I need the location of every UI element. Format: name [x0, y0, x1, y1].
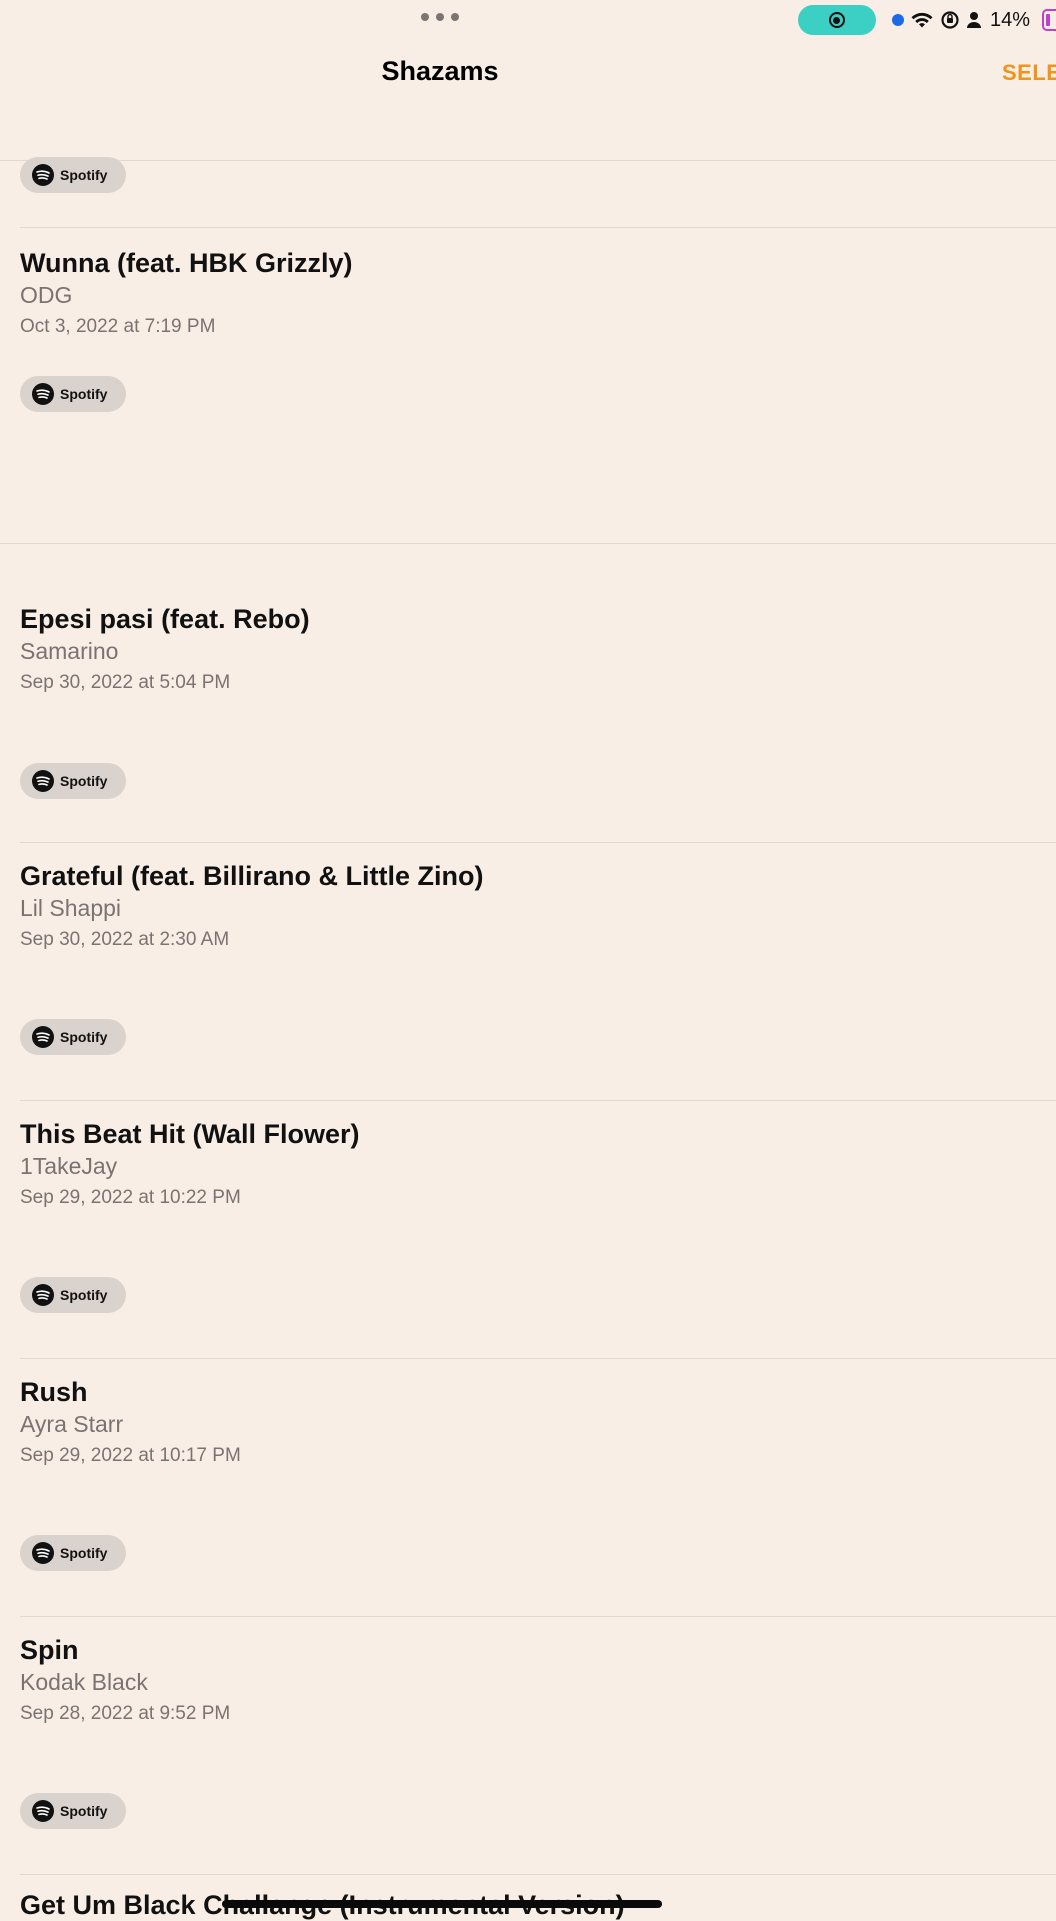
page-title: Shazams: [381, 56, 499, 86]
person-icon: [966, 11, 982, 29]
song-title: Wunna (feat. HBK Grizzly): [20, 248, 353, 278]
spotify-button[interactable]: Spotify: [20, 376, 126, 412]
screen-recording-indicator[interactable]: [797, 5, 876, 35]
status-icons: 14%: [797, 4, 1056, 36]
artist-name: Ayra Starr: [20, 1411, 124, 1437]
shazam-date: Sep 30, 2022 at 5:04 PM: [20, 672, 231, 693]
artist-name: 1TakeJay: [20, 1153, 118, 1179]
wifi-icon: [910, 10, 934, 30]
song-title: Epesi pasi (feat. Rebo): [20, 604, 310, 634]
artist-name: Lil Shappi: [20, 895, 122, 921]
spotify-label: Spotify: [60, 167, 108, 183]
list-item[interactable]: Epesi pasi (feat. Rebo) Samarino Sep 30,…: [20, 544, 1056, 843]
spotify-icon: [32, 1542, 54, 1564]
shazam-date: Sep 29, 2022 at 10:17 PM: [20, 1445, 241, 1466]
shazam-date: Sep 30, 2022 at 2:30 AM: [20, 929, 230, 950]
spotify-icon: [32, 770, 54, 792]
artist-name: Kodak Black: [20, 1669, 148, 1695]
song-title: Rush: [20, 1377, 88, 1407]
spotify-button[interactable]: Spotify: [20, 1277, 126, 1313]
spotify-button[interactable]: Spotify: [20, 157, 126, 193]
spotify-label: Spotify: [60, 1803, 108, 1819]
list-item[interactable]: Spin Kodak Black Sep 28, 2022 at 9:52 PM…: [20, 1617, 1056, 1875]
battery-icon: [1042, 9, 1056, 31]
artist-name: ODG: [20, 282, 73, 308]
list-item[interactable]: Rush Ayra Starr Sep 29, 2022 at 10:17 PM…: [20, 1359, 1056, 1617]
multitasking-dots-icon[interactable]: [421, 13, 459, 21]
navigation-bar: Shazams SELECT: [0, 40, 1056, 161]
home-indicator[interactable]: [222, 1900, 662, 1908]
shazam-date: Sep 28, 2022 at 9:52 PM: [20, 1703, 231, 1724]
list-item[interactable]: Spotify: [20, 157, 1056, 228]
spotify-button[interactable]: Spotify: [20, 1019, 126, 1055]
spotify-label: Spotify: [60, 773, 108, 789]
shazam-date: Oct 3, 2022 at 7:19 PM: [20, 316, 216, 337]
status-bar: 14%: [0, 0, 1056, 40]
artist-name: Samarino: [20, 638, 119, 664]
spotify-button[interactable]: Spotify: [20, 763, 126, 799]
shazam-date: Sep 29, 2022 at 10:22 PM: [20, 1187, 241, 1208]
spotify-icon: [32, 383, 54, 405]
rotation-lock-icon: [940, 10, 960, 30]
spotify-label: Spotify: [60, 1545, 108, 1561]
spotify-icon: [32, 1284, 54, 1306]
spotify-button[interactable]: Spotify: [20, 1793, 126, 1829]
song-title: Spin: [20, 1635, 79, 1665]
song-title: This Beat Hit (Wall Flower): [20, 1119, 360, 1149]
spotify-icon: [32, 1800, 54, 1822]
spotify-icon: [32, 1026, 54, 1048]
select-button[interactable]: SELECT: [1002, 60, 1056, 86]
record-icon: [828, 12, 845, 28]
battery-percentage: 14%: [989, 8, 1030, 31]
song-title: Grateful (feat. Billirano & Little Zino): [20, 861, 484, 891]
spotify-label: Spotify: [60, 1029, 108, 1045]
spotify-button[interactable]: Spotify: [20, 1535, 126, 1571]
spotify-icon: [32, 164, 54, 186]
shazam-list: Spotify Wunna (feat. HBK Grizzly) ODG Oc…: [0, 157, 1056, 1875]
spotify-label: Spotify: [60, 386, 108, 402]
list-item[interactable]: This Beat Hit (Wall Flower) 1TakeJay Sep…: [20, 1101, 1056, 1359]
spotify-label: Spotify: [60, 1287, 108, 1303]
list-item[interactable]: Grateful (feat. Billirano & Little Zino)…: [20, 843, 1056, 1101]
list-item[interactable]: Wunna (feat. HBK Grizzly) ODG Oct 3, 202…: [0, 228, 1056, 544]
location-dot-icon: [891, 14, 904, 26]
